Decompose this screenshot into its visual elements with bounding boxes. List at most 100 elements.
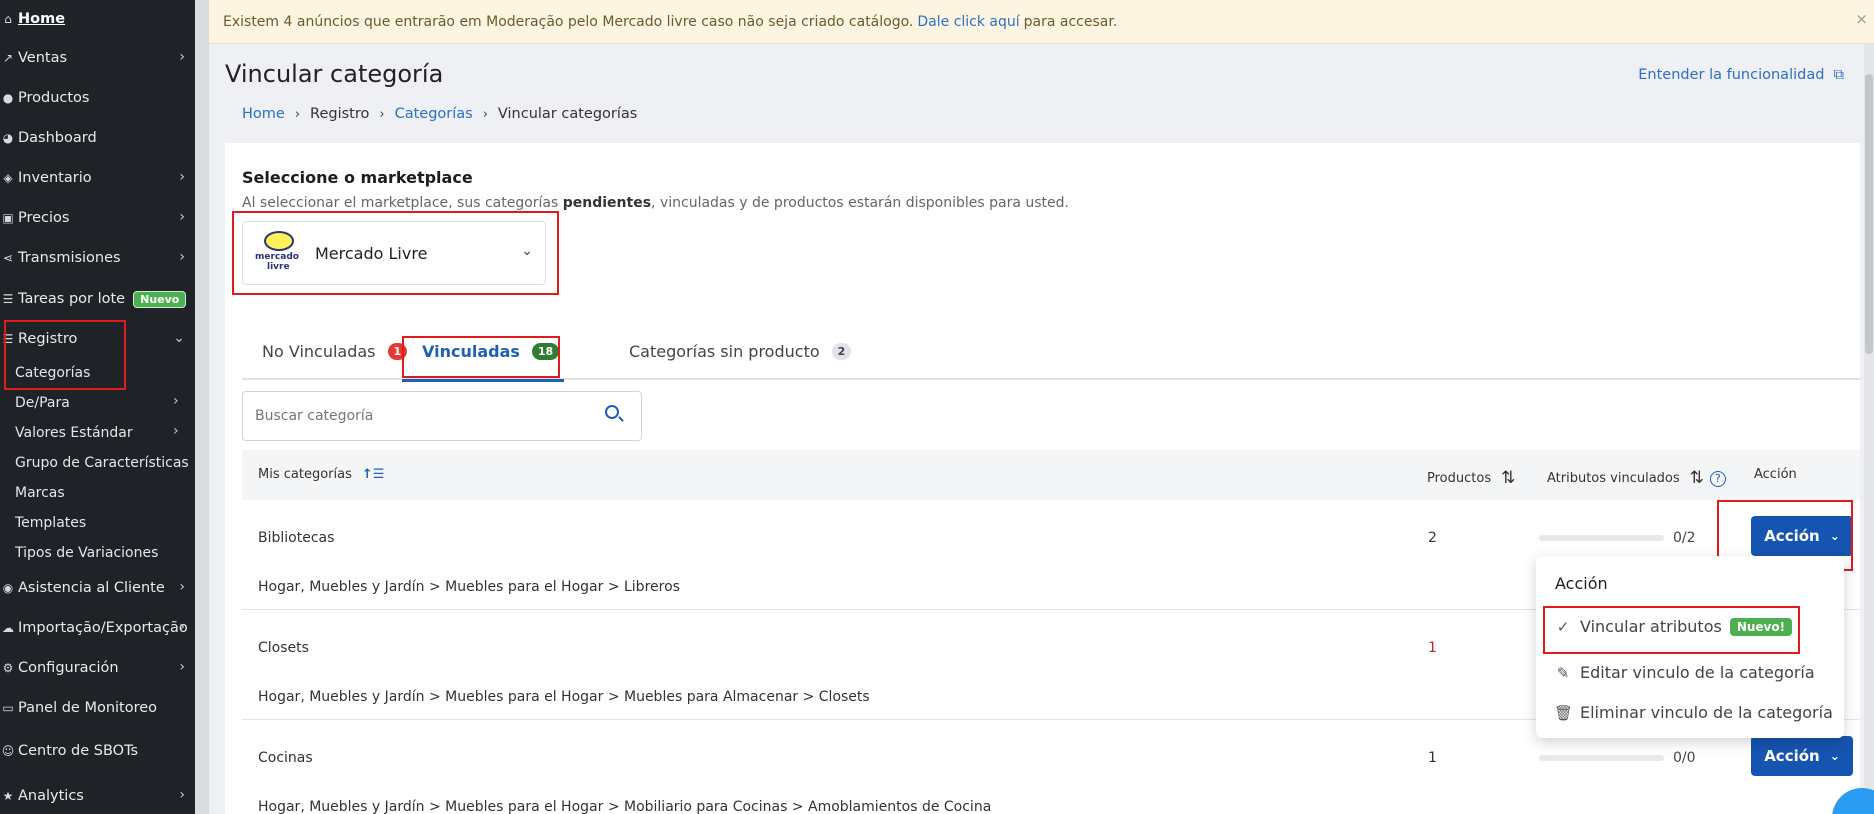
- close-icon[interactable]: ×: [1855, 10, 1868, 28]
- sidebar-item-tareas[interactable]: ☰ Tareas por lote Nuevo: [0, 284, 195, 314]
- search-icon[interactable]: [605, 405, 619, 419]
- chevron-right-icon: ›: [379, 106, 385, 122]
- marketplace-description: Al seleccionar el marketplace, sus categ…: [242, 195, 1069, 211]
- sort-icon[interactable]: ↑☰: [362, 467, 385, 482]
- count-badge: 2: [831, 343, 852, 360]
- marketplace-select[interactable]: mercado livre Mercado Livre ⌄: [242, 221, 546, 285]
- marketplace-highlight-box: mercado livre Mercado Livre ⌄: [232, 211, 559, 295]
- sidebar-item-productos[interactable]: ● Productos: [0, 83, 195, 113]
- marketplace-selected-value: Mercado Livre: [315, 243, 428, 263]
- sidebar-item-transmisiones[interactable]: ⋖ Transmisiones ›: [0, 243, 195, 273]
- mercado-livre-logo: mercado livre: [255, 231, 301, 275]
- sidebar-item-ventas[interactable]: ↗ Ventas ›: [0, 43, 195, 73]
- header-categories[interactable]: Mis categorías ↑☰: [258, 467, 384, 482]
- active-tab-indicator: [402, 379, 564, 382]
- chevron-right-icon: ›: [179, 659, 185, 675]
- moderation-banner: Existem 4 anúncios que entrarão em Moder…: [209, 0, 1874, 44]
- sidebar-item-importacao[interactable]: ☁ Importação/Exportação ›: [0, 613, 195, 643]
- sidebar-sub-templates[interactable]: Templates: [15, 515, 86, 531]
- page-scrollbar[interactable]: [1864, 44, 1874, 814]
- tab-highlight-box: [402, 336, 560, 378]
- chevron-right-icon: ›: [173, 393, 179, 409]
- marketplace-title: Seleccione o marketplace: [242, 168, 473, 187]
- sidebar-item-precios[interactable]: ▣ Precios ›: [0, 203, 195, 233]
- sidebar-item-configuracion[interactable]: ⚙ Configuración ›: [0, 653, 195, 683]
- category-name: Cocinas: [258, 750, 313, 766]
- sidebar-sub-tipos[interactable]: Tipos de Variaciones: [15, 545, 158, 561]
- action-button[interactable]: Acción ⌄: [1751, 736, 1853, 776]
- products-count: 2: [1428, 530, 1437, 546]
- vincular-highlight-box: [1543, 606, 1800, 654]
- tab-no-vinculadas[interactable]: No Vinculadas 1: [262, 323, 408, 380]
- sidebar-item-asistencia[interactable]: ◉ Asistencia al Cliente ›: [0, 573, 195, 603]
- new-badge: Nuevo: [133, 290, 187, 308]
- chat-icon: ◉: [2, 581, 14, 595]
- tab-vinculadas[interactable]: Vinculadas 18: [402, 323, 564, 382]
- chevron-right-icon: ›: [179, 787, 185, 803]
- help-icon[interactable]: ?: [1709, 471, 1726, 487]
- sidebar-item-dashboard[interactable]: ◕ Dashboard: [0, 123, 195, 153]
- chevron-down-icon: ⌄: [173, 330, 185, 346]
- breadcrumb-home[interactable]: Home: [242, 106, 285, 122]
- products-count: 1: [1428, 750, 1437, 766]
- sidebar-sub-marcas[interactable]: Marcas: [15, 485, 65, 501]
- chart-line-icon: ↗: [2, 51, 14, 65]
- sidebar-sub-valores[interactable]: Valores Estándar ›: [15, 423, 179, 441]
- sidebar-item-inventario[interactable]: ◈ Inventario ›: [0, 163, 195, 193]
- chevron-right-icon: ›: [179, 619, 185, 635]
- external-link-icon: ⧉: [1829, 67, 1844, 83]
- tab-sin-producto[interactable]: Categorías sin producto 2: [629, 323, 852, 380]
- category-name: Closets: [258, 640, 309, 656]
- inventory-icon: ◈: [3, 171, 13, 185]
- page-title: Vincular categoría: [225, 60, 444, 88]
- attributes-progress-bar: [1539, 755, 1664, 761]
- chevron-right-icon: ›: [179, 249, 185, 265]
- banner-link[interactable]: Dale click aquí: [917, 14, 1019, 30]
- category-path: Hogar, Muebles y Jardín > Muebles para e…: [258, 689, 870, 705]
- category-path: Hogar, Muebles y Jardín > Muebles para e…: [258, 799, 992, 814]
- chevron-right-icon: ›: [294, 106, 301, 122]
- table-header: Mis categorías ↑☰ Productos ⇅ Atributos vi…: [242, 450, 1860, 500]
- attributes-progress-bar: [1539, 535, 1664, 541]
- sidebar-item-panel[interactable]: ▭ Panel de Monitoreo: [0, 693, 195, 723]
- sidebar-scrollbar[interactable]: [195, 0, 209, 814]
- sidebar-sub-grupo[interactable]: Grupo de Características: [15, 455, 189, 471]
- gear-icon: ⚙: [2, 661, 14, 675]
- header-attributes[interactable]: Atributos vinculados ⇅?: [1547, 467, 1726, 488]
- monitor-icon: ▭: [2, 701, 14, 715]
- chevron-right-icon: ›: [179, 579, 185, 595]
- trash-icon: 🗑: [1554, 703, 1574, 722]
- search-input[interactable]: Buscar categoría: [242, 391, 642, 441]
- header-products[interactable]: Productos ⇅: [1427, 467, 1515, 488]
- scrollbar-thumb[interactable]: [1865, 74, 1873, 354]
- tabs: No Vinculadas 1 Vinculadas 18 Categorías…: [242, 323, 1860, 382]
- chevron-right-icon: ›: [179, 169, 185, 185]
- breadcrumb-registro: Registro: [310, 106, 370, 122]
- chevron-right-icon: ›: [173, 423, 179, 439]
- menu-item-eliminar-vinculo[interactable]: 🗑 Eliminar vinculo de la categoría: [1554, 703, 1833, 722]
- help-link[interactable]: Entender la funcionalidad ⧉: [1638, 67, 1844, 83]
- tasks-icon: ☰: [2, 292, 14, 306]
- sidebar-item-home[interactable]: ⌂ Home: [0, 4, 195, 34]
- breadcrumb: Home › Registro › Categorías › Vincular …: [242, 106, 637, 122]
- breadcrumb-categorias[interactable]: Categorías: [395, 106, 473, 122]
- category-path: Hogar, Muebles y Jardín > Muebles para e…: [258, 579, 680, 595]
- chevron-down-icon: ⌄: [521, 243, 533, 259]
- sidebar-sub-depara[interactable]: De/Para ›: [15, 393, 179, 411]
- chevron-right-icon: ›: [482, 106, 488, 122]
- sort-icon[interactable]: ⇅: [1501, 468, 1515, 488]
- home-icon: ⌂: [4, 12, 12, 26]
- cloud-icon: ☁: [2, 621, 14, 635]
- sort-icon[interactable]: ⇅: [1690, 468, 1704, 488]
- chevron-right-icon: ›: [179, 49, 185, 65]
- chevron-right-icon: ›: [179, 209, 185, 225]
- sidebar-item-analytics[interactable]: ★ Analytics ›: [0, 781, 195, 811]
- price-icon: ▣: [2, 211, 14, 225]
- category-name: Bibliotecas: [258, 530, 335, 546]
- attributes-ratio: 0/0: [1673, 750, 1696, 766]
- sidebar-item-sbots[interactable]: ☺ Centro de SBOTs: [0, 736, 195, 766]
- menu-item-editar-vinculo[interactable]: ✎ Editar vinculo de la categoría: [1554, 663, 1815, 682]
- attributes-ratio: 0/2: [1673, 530, 1696, 546]
- product-icon: ●: [2, 91, 14, 105]
- pencil-icon: ✎: [1556, 663, 1570, 682]
